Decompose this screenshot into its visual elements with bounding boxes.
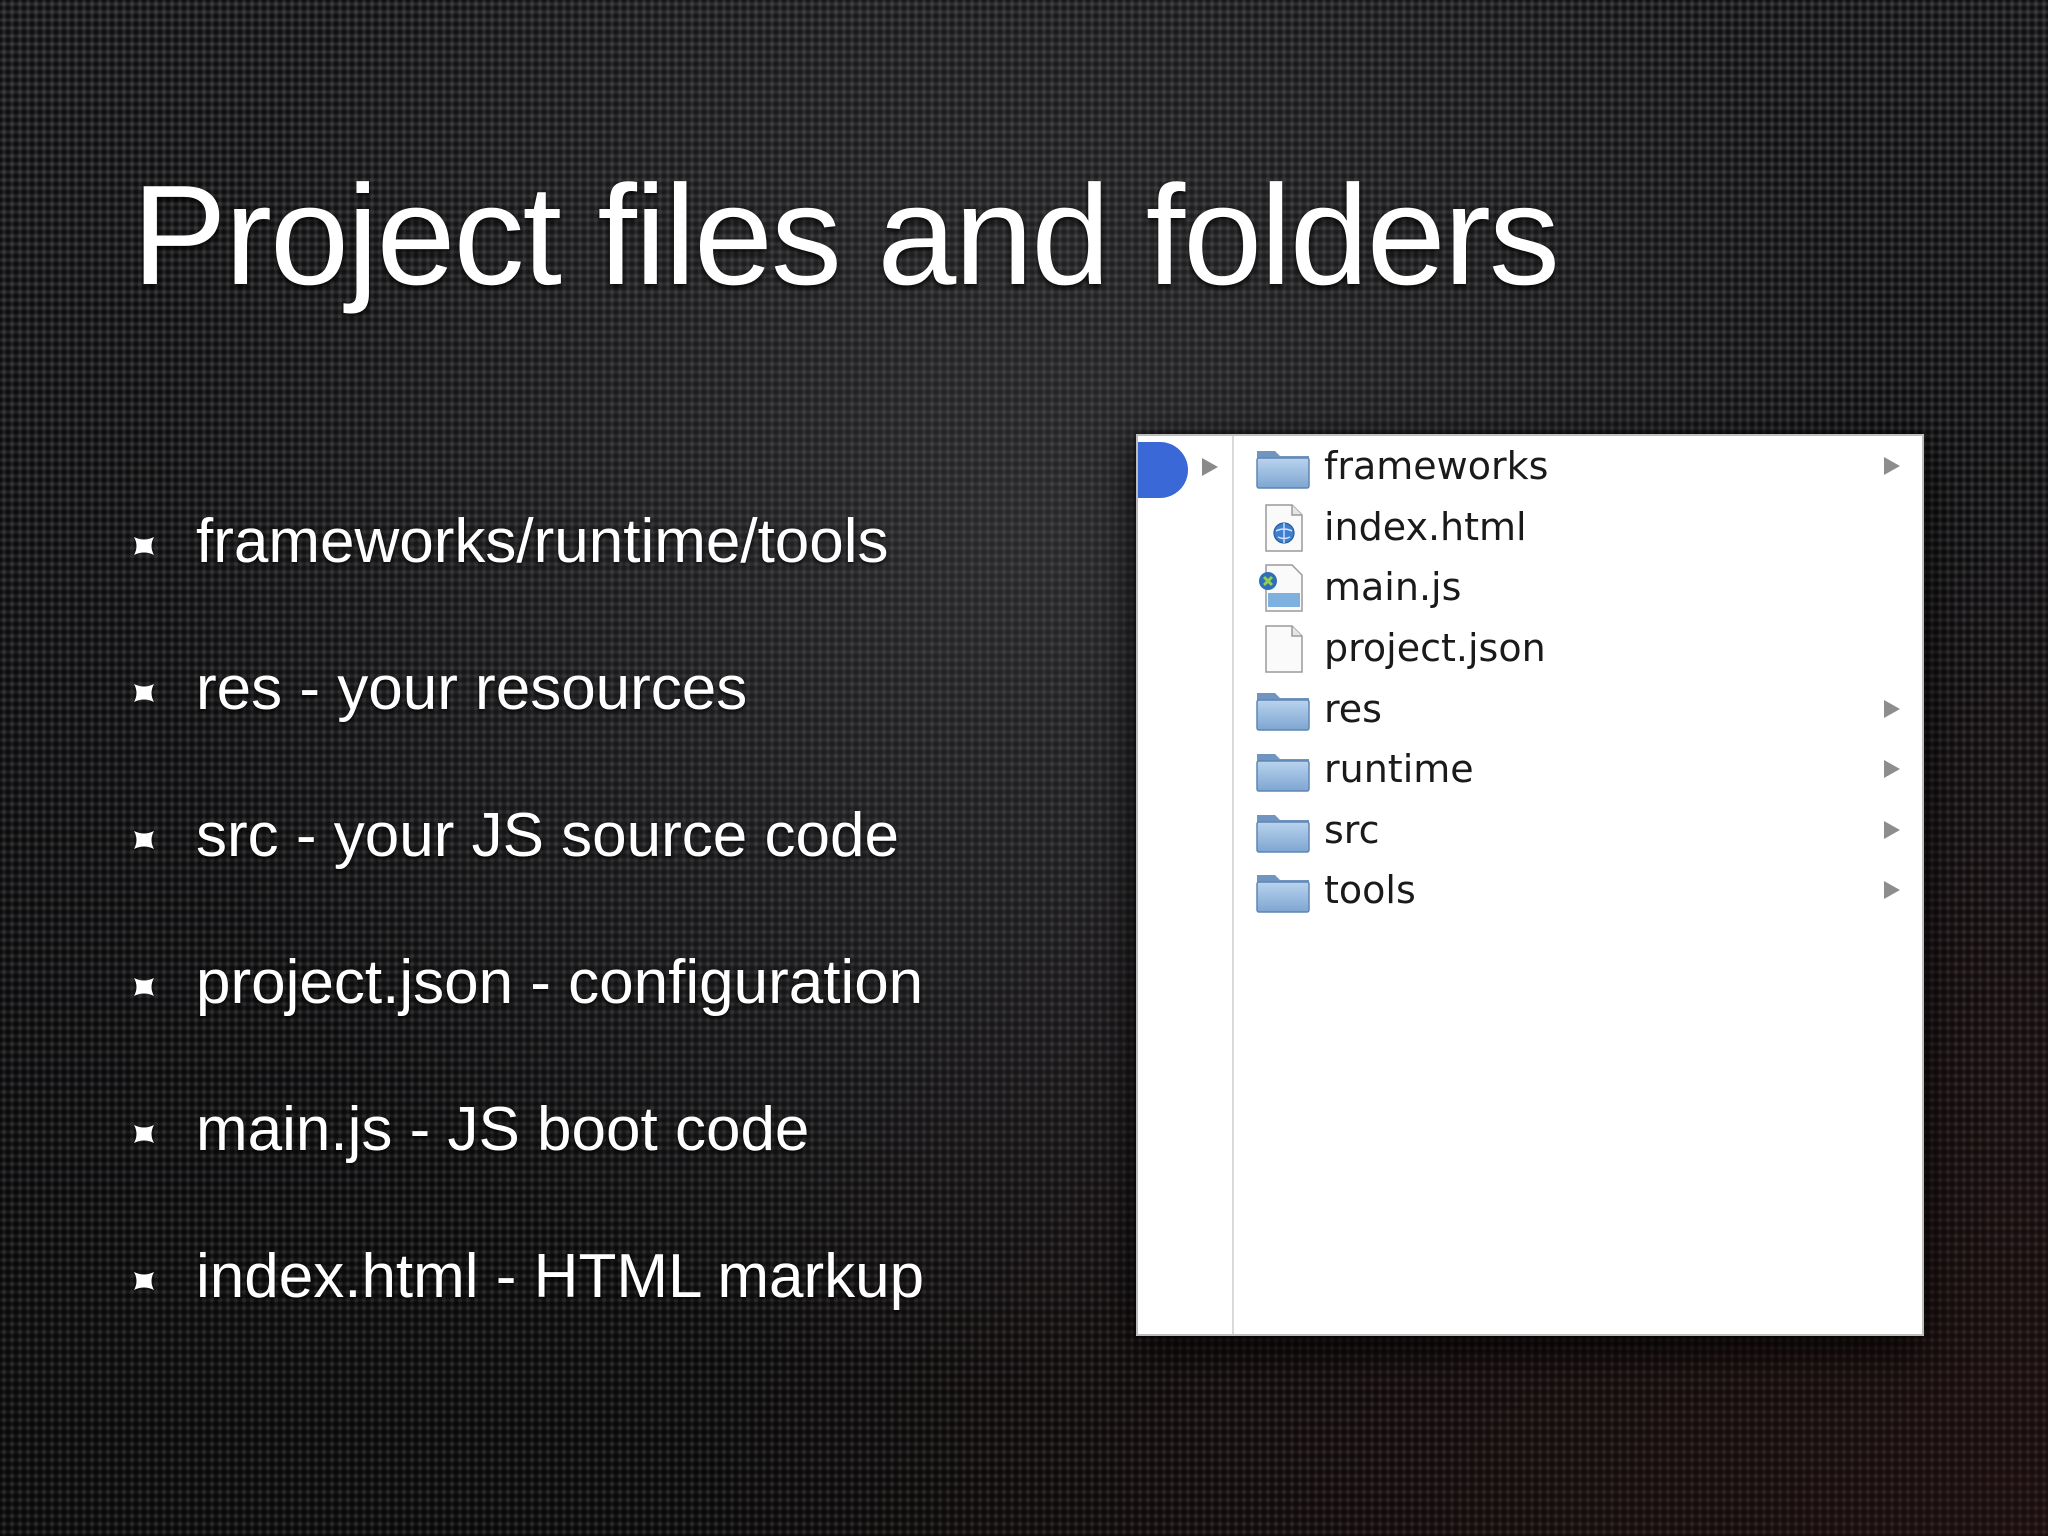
bullet-item: index.html - HTML markup — [130, 1203, 1090, 1350]
file-name: frameworks — [1324, 444, 1549, 489]
disclosure-arrow-icon — [1202, 458, 1218, 476]
disclosure-arrow-icon[interactable] — [1884, 820, 1900, 839]
document-icon — [1265, 625, 1303, 673]
file-row-main-js[interactable]: main.js — [1234, 557, 1922, 618]
file-name: project.json — [1324, 626, 1546, 671]
bullet-item: frameworks/runtime/tools — [130, 468, 1090, 615]
bullet-text: project.json - configuration — [196, 947, 924, 1017]
file-name: res — [1324, 686, 1382, 731]
file-row-runtime[interactable]: runtime — [1234, 739, 1922, 800]
folder-icon — [1256, 753, 1310, 792]
file-name: runtime — [1324, 747, 1474, 792]
slide-title: Project files and folders — [132, 156, 1560, 315]
bullet-icon — [134, 1124, 154, 1143]
bullet-icon — [134, 536, 154, 555]
bullet-item: main.js - JS boot code — [130, 1056, 1090, 1203]
folder-icon — [1256, 693, 1310, 732]
folder-icon — [1256, 451, 1310, 489]
file-row-src[interactable]: src — [1234, 800, 1922, 861]
bullet-icon — [134, 683, 154, 702]
html-file-icon — [1265, 503, 1303, 552]
bullet-text: main.js - JS boot code — [196, 1094, 810, 1164]
file-row-res[interactable]: res — [1234, 678, 1922, 739]
bullet-text: res - your resources — [196, 653, 748, 723]
folder-icon — [1256, 875, 1310, 913]
file-name: tools — [1324, 868, 1416, 913]
parent-column[interactable] — [1138, 436, 1234, 1334]
bullet-text: frameworks/runtime/tools — [196, 506, 889, 576]
file-name: main.js — [1324, 565, 1462, 610]
bullet-icon — [134, 977, 154, 996]
bullet-item: project.json - configuration — [130, 909, 1090, 1056]
file-list: frameworks index.html main.js project.js… — [1234, 436, 1922, 921]
disclosure-arrow-icon[interactable] — [1884, 457, 1900, 476]
bullet-list: frameworks/runtime/tools res - your reso… — [130, 468, 1090, 1350]
file-row-index-html[interactable]: index.html — [1234, 497, 1922, 558]
selected-parent-item[interactable] — [1138, 442, 1188, 498]
file-row-tools[interactable]: tools — [1234, 860, 1922, 921]
bullet-item: src - your JS source code — [130, 762, 1090, 909]
js-file-icon — [1259, 564, 1303, 612]
file-name: index.html — [1324, 504, 1527, 549]
bullet-text: src - your JS source code — [196, 800, 899, 870]
bullet-icon — [134, 1271, 154, 1290]
finder-column-view[interactable]: frameworks index.html main.js project.js… — [1136, 434, 1924, 1336]
bullet-item: res - your resources — [130, 615, 1090, 762]
disclosure-arrow-icon[interactable] — [1884, 760, 1900, 779]
file-row-frameworks[interactable]: frameworks — [1234, 436, 1922, 497]
folder-icon — [1256, 814, 1310, 853]
file-row-project-json[interactable]: project.json — [1234, 618, 1922, 679]
bullet-text: index.html - HTML markup — [196, 1241, 925, 1311]
disclosure-arrow-icon[interactable] — [1884, 881, 1900, 900]
disclosure-arrow-icon[interactable] — [1884, 699, 1900, 718]
bullet-icon — [134, 830, 154, 849]
file-name: src — [1324, 807, 1380, 852]
